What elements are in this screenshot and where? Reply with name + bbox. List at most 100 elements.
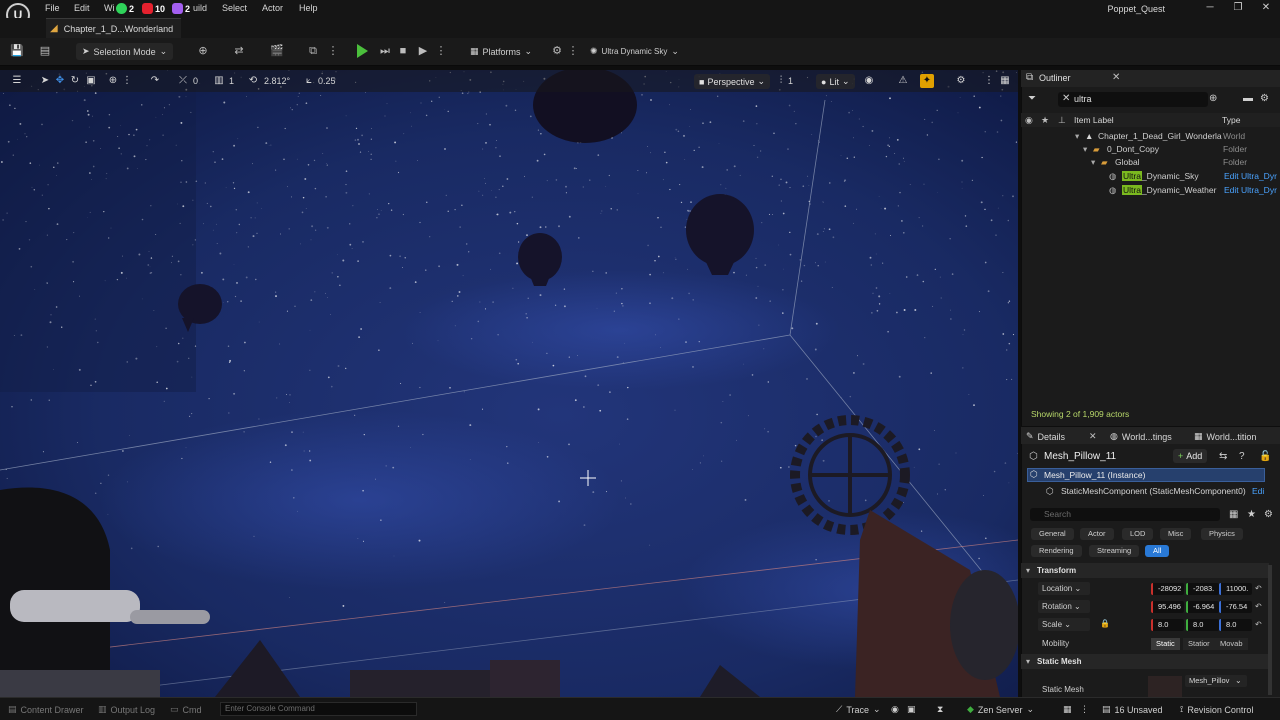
trace-button[interactable]: ⟋ Trace ⌄	[836, 704, 881, 715]
star-icon[interactable]: ★	[1041, 115, 1049, 126]
scale-tool-icon[interactable]: ▣	[84, 74, 98, 88]
edit-blueprint-link[interactable]: Edit Ultra_Dyr	[1224, 171, 1277, 181]
minimize-icon[interactable]: ─	[1203, 2, 1217, 14]
rotation-dropdown[interactable]: Rotation ⌄	[1038, 600, 1090, 613]
more-icon[interactable]: ⋮	[1080, 704, 1089, 715]
location-z-field[interactable]: 11000.	[1219, 583, 1252, 595]
actor-name-field[interactable]: Mesh_Pillow_11	[1044, 451, 1116, 462]
save-icon[interactable]: 💾	[10, 44, 24, 58]
static-mesh-thumbnail[interactable]	[1148, 676, 1182, 697]
perspective-button[interactable]: ■ Perspective ⌄	[694, 74, 771, 89]
reset-icon[interactable]: ↶	[1255, 584, 1262, 593]
rotation-snap-value[interactable]: 0	[193, 76, 198, 86]
translate-tool-icon[interactable]: ✥	[53, 74, 67, 88]
scale-x-field[interactable]: 8.0	[1151, 619, 1184, 631]
component-instance-row[interactable]: Mesh_Pillow_11 (Instance)	[1027, 468, 1265, 482]
outliner-title[interactable]: Outliner	[1039, 73, 1071, 83]
close-window-icon[interactable]: ✕	[1259, 2, 1273, 14]
outliner-row-actor[interactable]: ◍ Ultra_Dynamic_Sky Edit Ultra_Dyr	[1021, 170, 1280, 183]
level-viewport[interactable]	[0, 70, 1018, 697]
show-eye-icon[interactable]: ◉	[862, 74, 876, 88]
play-button[interactable]	[357, 44, 368, 58]
star-icon[interactable]: ★	[1247, 509, 1256, 520]
pin-icon[interactable]: ⊥	[1058, 115, 1066, 126]
more-icon[interactable]: ⋮	[982, 74, 996, 88]
cmd-button[interactable]: ▭ Cmd	[170, 704, 202, 715]
details-search-input[interactable]: Search	[1030, 508, 1220, 521]
expand-icon[interactable]: ▾	[1083, 144, 1087, 155]
camera-speed-value[interactable]: 2.812°	[264, 76, 290, 86]
grid-size-icon[interactable]: ⟀	[302, 74, 316, 88]
blueprint-icon[interactable]: ⧉	[306, 44, 320, 58]
tab-world-settings[interactable]: ◍ World...tings	[1110, 431, 1172, 442]
ultra-dynamic-sky-button[interactable]: ✺ Ultra Dynamic Sky ⌄	[584, 43, 685, 60]
blueprint-icon[interactable]: ⇆	[1219, 451, 1227, 462]
filter-streaming[interactable]: Streaming	[1089, 545, 1140, 557]
angle-snap-icon[interactable]: ⤫	[176, 74, 190, 88]
surface-snap-icon[interactable]: ↷	[148, 74, 162, 88]
location-x-field[interactable]: -28092	[1151, 583, 1184, 595]
outliner-search-input[interactable]: ultra	[1058, 92, 1208, 107]
platforms-button[interactable]: ▦ Platforms ⌄	[464, 43, 538, 60]
menu-file[interactable]: File	[45, 3, 60, 13]
filter-misc[interactable]: Misc	[1160, 528, 1192, 540]
maximize-viewport-icon[interactable]: ▦	[998, 74, 1012, 88]
viewport-menu-icon[interactable]: ☰	[10, 74, 24, 88]
content-browser-icon[interactable]: ▤	[38, 44, 52, 58]
more-icon[interactable]: ⋮	[120, 74, 134, 88]
select-tool-icon[interactable]: ➤	[38, 74, 52, 88]
revision-control-button[interactable]: ⟟ Revision Control	[1180, 704, 1253, 715]
filter-rendering[interactable]: Rendering	[1031, 545, 1082, 557]
scale-dropdown[interactable]: Scale ⌄	[1038, 618, 1090, 631]
close-icon[interactable]: ✕	[1089, 431, 1097, 442]
new-folder-icon[interactable]: ▬	[1243, 93, 1253, 104]
more-icon[interactable]: ⋮	[326, 44, 340, 58]
performance-icon[interactable]: ⚠	[896, 74, 910, 88]
details-scrollbar[interactable]	[1268, 565, 1272, 695]
edit-component-link[interactable]: Edi	[1252, 486, 1264, 496]
mobility-stationary[interactable]: Statior	[1183, 638, 1215, 650]
snap-icon[interactable]: ⇄	[232, 44, 246, 58]
close-icon[interactable]: ✕	[1112, 72, 1120, 83]
menu-actor[interactable]: Actor	[262, 3, 283, 13]
settings-icon[interactable]: ⚙	[550, 44, 564, 58]
filter-lod[interactable]: LOD	[1122, 528, 1154, 540]
visibility-eye-icon[interactable]: ◉	[1025, 115, 1033, 126]
help-icon[interactable]: ?	[1239, 451, 1245, 462]
realtime-icon[interactable]: ✦	[920, 74, 934, 88]
menu-build[interactable]: uild	[193, 3, 207, 13]
reset-icon[interactable]: ↶	[1255, 620, 1262, 629]
derived-data-icon[interactable]: ⧗	[937, 704, 943, 715]
rotation-y-field[interactable]: -6.964	[1186, 601, 1219, 613]
zen-server-button[interactable]: ◆ Zen Server ⌄	[967, 704, 1034, 715]
settings-icon[interactable]: ⚙	[1260, 93, 1269, 104]
add-actor-icon[interactable]: ⊕	[196, 44, 210, 58]
location-y-field[interactable]: -2083.	[1186, 583, 1219, 595]
scale-snap-value[interactable]: 1	[229, 76, 234, 86]
item-label-column[interactable]: Item Label	[1074, 115, 1114, 125]
lit-button[interactable]: ● Lit ⌄	[816, 74, 855, 89]
filter-icon[interactable]: ⏷	[1028, 93, 1036, 104]
reset-icon[interactable]: ↶	[1255, 602, 1262, 611]
expand-icon[interactable]: ▾	[1091, 157, 1095, 168]
collapse-icon[interactable]: ▾	[1026, 657, 1030, 666]
table-view-icon[interactable]: ▦	[1229, 509, 1238, 520]
menu-edit[interactable]: Edit	[74, 3, 90, 13]
outliner-row-folder[interactable]: ▾ ▰ Global Folder	[1021, 156, 1280, 169]
step-icon[interactable]: ⏭	[378, 44, 392, 58]
collapse-icon[interactable]: ▾	[1026, 566, 1030, 575]
filter-physics[interactable]: Physics	[1201, 528, 1243, 540]
view-count-value[interactable]: 1	[788, 76, 793, 86]
outliner-row-folder[interactable]: ▾ ▰ 0_Dont_Copy Folder	[1021, 143, 1280, 156]
filter-actor[interactable]: Actor	[1080, 528, 1114, 540]
edit-blueprint-link[interactable]: Edit Ultra_Dyr	[1224, 185, 1277, 195]
stop-icon[interactable]: ■	[396, 44, 410, 58]
menu-window[interactable]: Wi	[104, 3, 115, 13]
camera-speed-icon[interactable]: ⟲	[246, 74, 260, 88]
output-log-button[interactable]: ▥ Output Log	[98, 704, 155, 715]
cinematics-icon[interactable]: 🎬	[270, 44, 284, 58]
rotation-z-field[interactable]: -76.54	[1219, 601, 1252, 613]
location-dropdown[interactable]: Location ⌄	[1038, 582, 1090, 595]
scale-y-field[interactable]: 8.0	[1186, 619, 1219, 631]
lock-icon[interactable]: 🔓	[1259, 451, 1271, 462]
